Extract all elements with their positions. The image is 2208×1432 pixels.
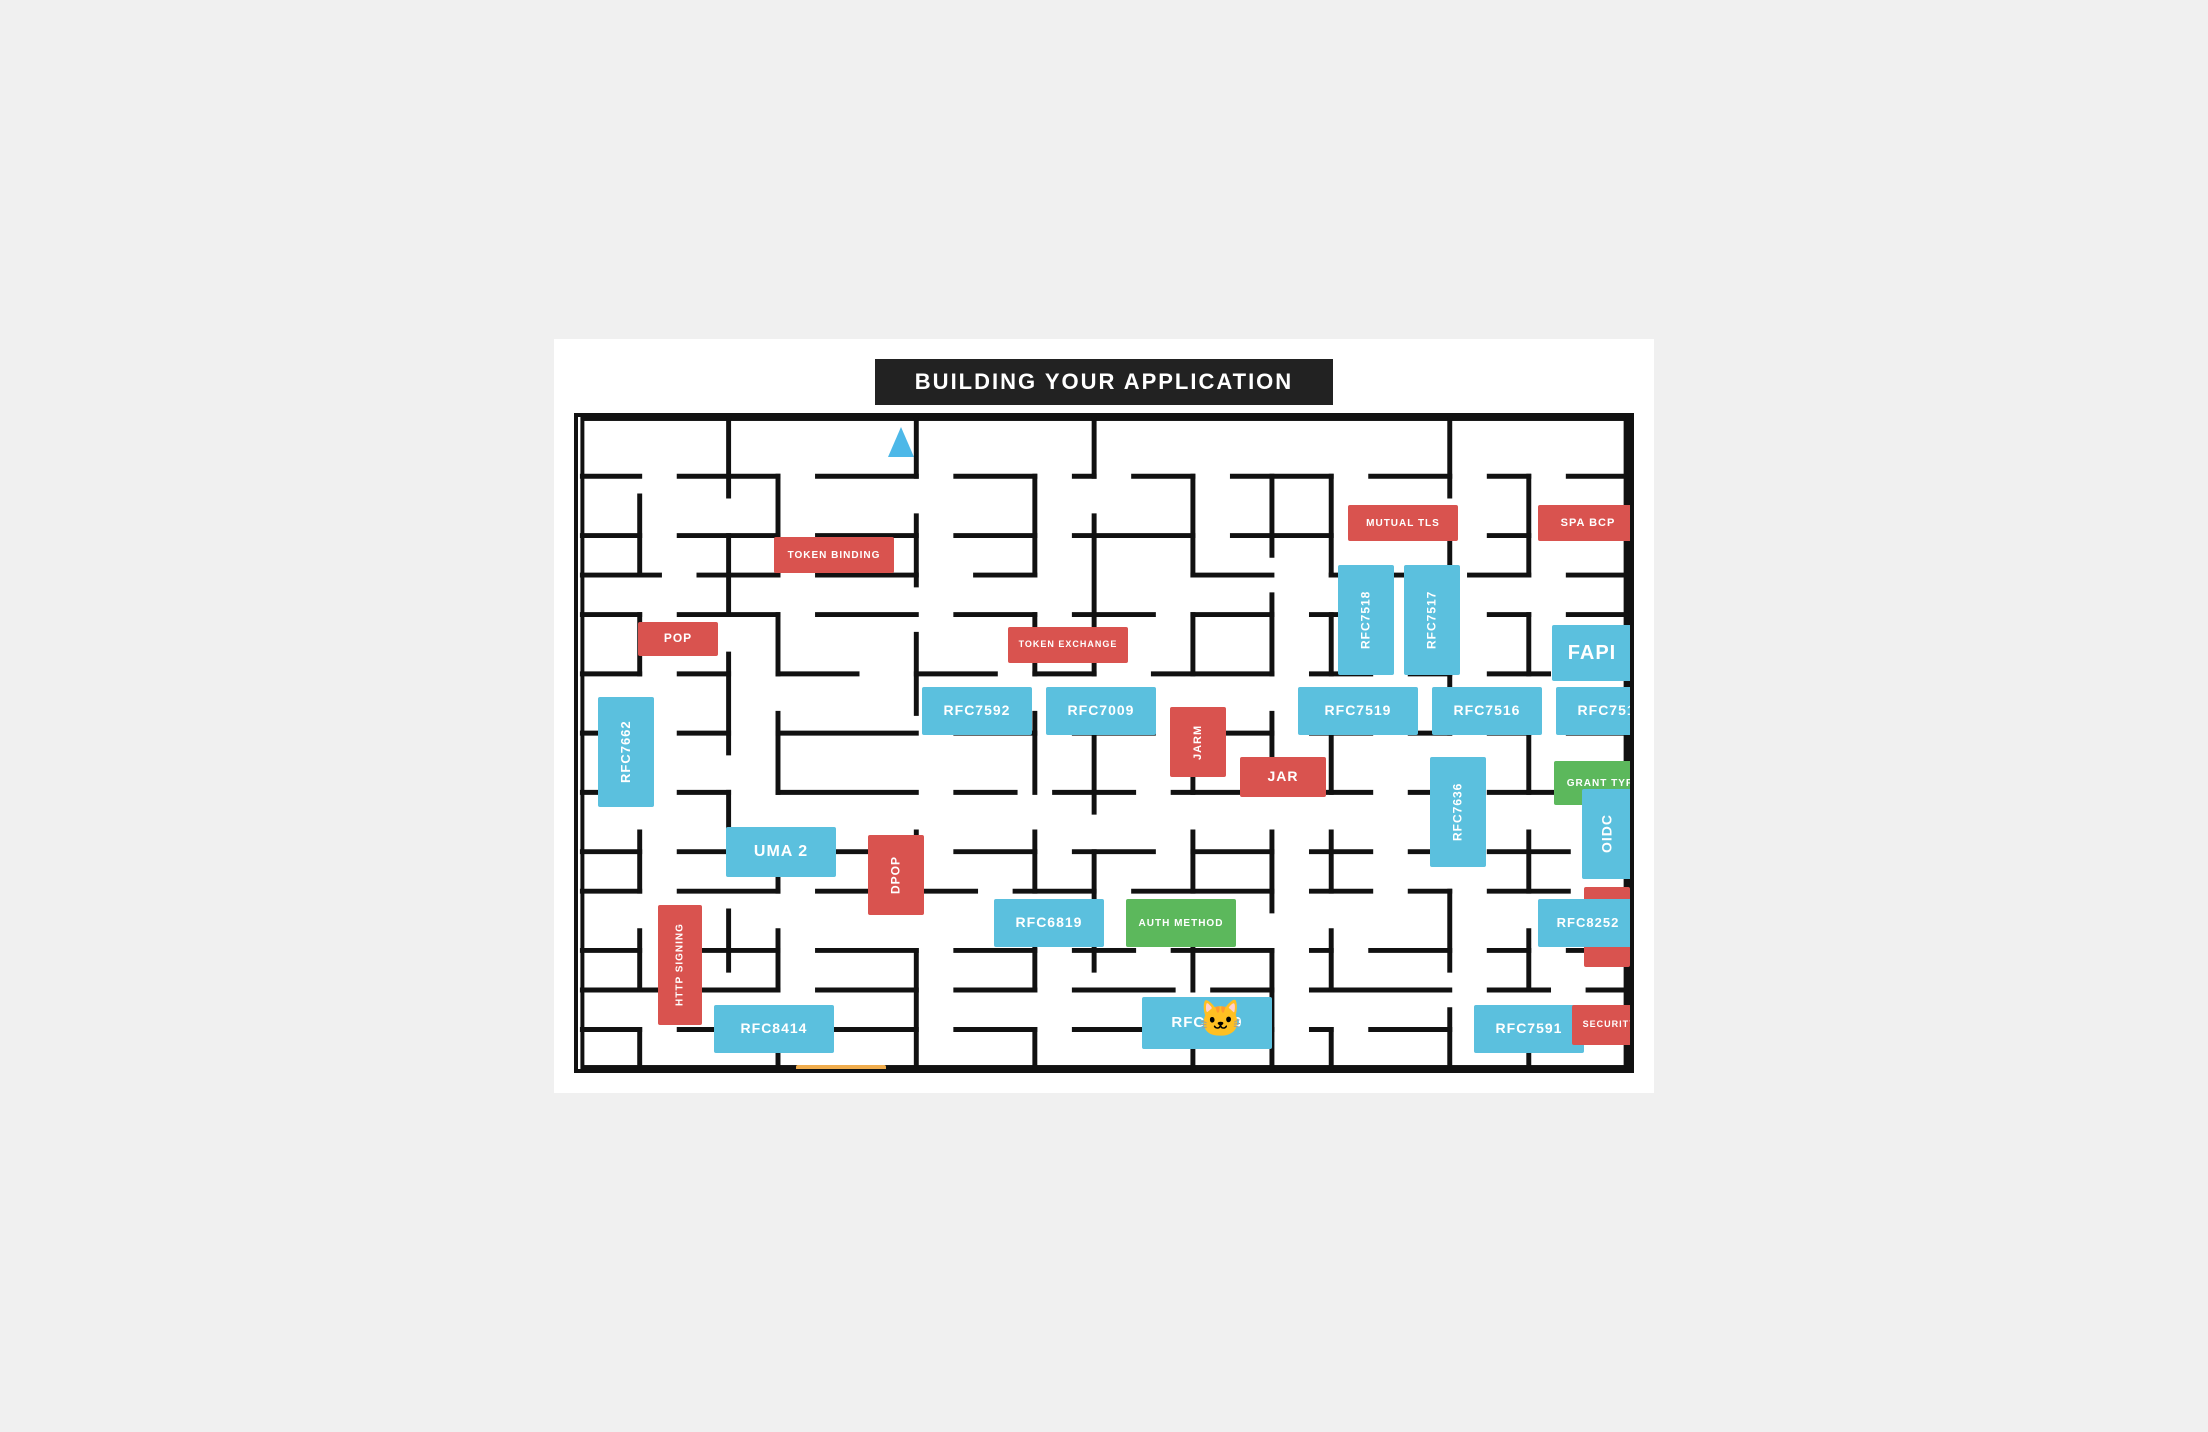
label-rfc7009: RFC7009	[1046, 687, 1156, 735]
page-title: BUILDING YOUR APPLICATION	[875, 359, 1333, 405]
label-jarm: JARM	[1170, 707, 1226, 777]
label-oidc: OIDC	[1582, 789, 1632, 879]
label-rfc7592: RFC7592	[922, 687, 1032, 735]
label-http-signing: HTTP SIGNING	[658, 905, 702, 1025]
label-rfc7516: RFC7516	[1432, 687, 1542, 735]
label-dpop: DPOP	[868, 835, 924, 915]
label-fapi: FAPI	[1552, 625, 1632, 681]
maze-container: line, path, polyline { stroke: #111; str…	[574, 413, 1634, 1073]
label-rfc7517: RFC7517	[1404, 565, 1460, 675]
page-container: BUILDING YOUR APPLICATION line, path, po…	[554, 339, 1654, 1093]
label-pop: POP	[638, 622, 718, 656]
label-mutual-tls: MUTUAL TLS	[1348, 505, 1458, 541]
label-rfc7636: RFC7636	[1430, 757, 1486, 867]
label-token-binding: TOKEN BINDING	[774, 537, 894, 573]
label-security-bcp: SECURITY BCP	[1572, 1005, 1634, 1045]
label-token-exchange: TOKEN EXCHANGE	[1008, 627, 1128, 663]
label-rfc6819: RFC6819	[994, 899, 1104, 947]
label-auth-method: AUTH METHOD	[1126, 899, 1236, 947]
cat-mascot: 🐱	[1198, 1001, 1248, 1051]
label-rfc7515: RFC7515	[1556, 687, 1634, 735]
label-rfc7519: RFC7519	[1298, 687, 1418, 735]
label-rfc8252: RFC8252	[1538, 899, 1634, 947]
label-rfc7591: RFC7591	[1474, 1005, 1584, 1053]
label-rfc8414: RFC8414	[714, 1005, 834, 1053]
arrow-up-icon	[888, 427, 914, 457]
label-uma2: UMA 2	[726, 827, 836, 877]
label-rfc7662: RFC7662	[598, 697, 654, 807]
label-spa-bcp: SPA BCP	[1538, 505, 1634, 541]
label-csrf: CSRF	[796, 1065, 886, 1073]
label-rfc7518: RFC7518	[1338, 565, 1394, 675]
label-jar: JAR	[1240, 757, 1326, 797]
